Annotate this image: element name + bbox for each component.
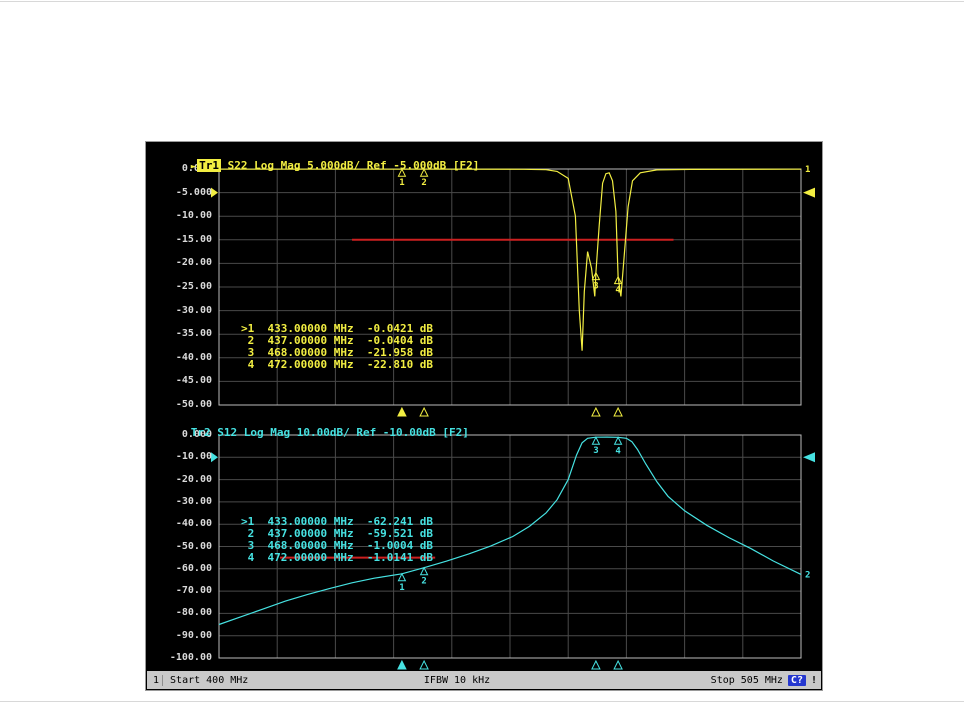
marker-number: 4 [615,286,621,296]
marker-stimulus-triangle[interactable] [591,406,601,417]
trace1-title-text: S22 Log Mag 5.000dB/ Ref -5.000dB [F2] [221,159,480,172]
marker-number: 2 [421,577,426,587]
vna-screen: ► Tr1 S22 Log Mag 5.000dB/ Ref -5.000dB [… [145,141,823,691]
y-axis-label: -10.00 [175,451,212,463]
y-axis-label: -40.00 [175,518,212,530]
y-axis-label: -10.00 [175,210,212,222]
marker-stimulus-triangle[interactable] [613,659,623,670]
trace2-y-axis-labels: 0.000 -10.00 -20.00 -30.00 -40.00 -50.00 -60.0… [146,429,214,669]
marker-stimulus-triangle[interactable] [419,659,429,670]
y-axis-label: -60.00 [175,562,212,574]
trace1-title[interactable]: ► Tr1 S22 Log Mag 5.000dB/ Ref -5.000dB [… [151,146,479,185]
y-axis-label: -50.00 [175,399,212,410]
ref-level-triangle-right [803,187,815,198]
active-trace-arrow-icon: ► [190,162,197,172]
y-axis-label: -15.00 [175,233,212,245]
tr1-graph-svg: 1 23 41 [211,165,815,417]
marker-number: 4 [615,446,621,456]
marker-number: 1 [399,583,404,593]
y-axis-label: -50.00 [175,540,212,552]
document-page: ► Tr1 S22 Log Mag 5.000dB/ Ref -5.000dB [… [0,0,964,703]
marker-symbol[interactable] [591,436,601,445]
y-axis-label: -90.00 [175,629,212,641]
marker-readout-row: 4 472.00000 MHz -22.810 dB [241,358,434,371]
marker-symbol[interactable] [397,572,407,582]
stop-frequency[interactable]: Stop 505 MHz [711,675,783,686]
trace-number-right-edge: 2 [805,570,810,580]
marker-stimulus-triangle[interactable] [613,406,623,417]
page-top-rule [0,1,964,2]
ifbw-value[interactable]: IFBW 10 kHz [424,675,490,686]
marker-symbol[interactable] [613,436,623,445]
ref-level-triangle-right [803,452,815,463]
marker-number: 3 [593,282,598,292]
trace1-graph[interactable]: 12341 [211,163,817,420]
cal-status-badge: C? [787,674,806,686]
status-bar: 1 Start 400 MHz IFBW 10 kHz Stop 505 MHz… [147,671,821,689]
y-axis-label: -25.00 [175,281,212,292]
y-axis-label: -45.00 [175,375,212,387]
marker-number: 3 [593,446,598,456]
marker-stimulus-triangle[interactable] [591,659,601,670]
y-axis-label: -30.00 [175,304,212,316]
marker-readout-row: 4 472.00000 MHz -1.0141 dB [241,551,434,564]
y-axis-label: -5.000 [175,186,212,198]
y-axis-label: -100.00 [169,652,212,663]
y-axis-label: -80.00 [175,607,212,619]
y-axis-label: -35.00 [175,328,212,340]
y-axis-label: -20.00 [175,257,212,269]
trace2-title-text: S12 Log Mag 10.00dB/ Ref -10.00dB [F2] [210,426,469,439]
y-axis-label: -40.00 [175,351,212,363]
channel-number: 1 [150,674,164,686]
trace-number-right-edge: 1 [805,165,810,175]
trace1-marker-readout: >1 433.00000 MHz -0.0421 dB 2 437.00000 … [241,323,433,371]
trace1-y-axis-labels: 0.000-5.000-10.00-15.00-20.00-25.00-30.0… [146,163,214,413]
trace2-badge: Tr2 [190,426,211,439]
start-frequency[interactable]: Start 400 MHz [170,675,248,686]
y-axis-label: -30.00 [175,495,212,507]
y-axis-label: -20.00 [175,473,212,485]
y-axis-label: -70.00 [175,585,212,597]
warning-indicator: ! [810,674,817,686]
trace2-marker-readout: >1 433.00000 MHz -62.241 dB 2 437.00000 … [241,516,433,564]
trace2-title[interactable]: Tr2 S12 Log Mag 10.00dB/ Ref -10.00dB [F… [151,413,469,452]
trace1-badge: Tr1 [197,159,222,172]
marker-stimulus-triangle[interactable] [397,659,407,670]
page-bottom-rule [0,701,964,702]
